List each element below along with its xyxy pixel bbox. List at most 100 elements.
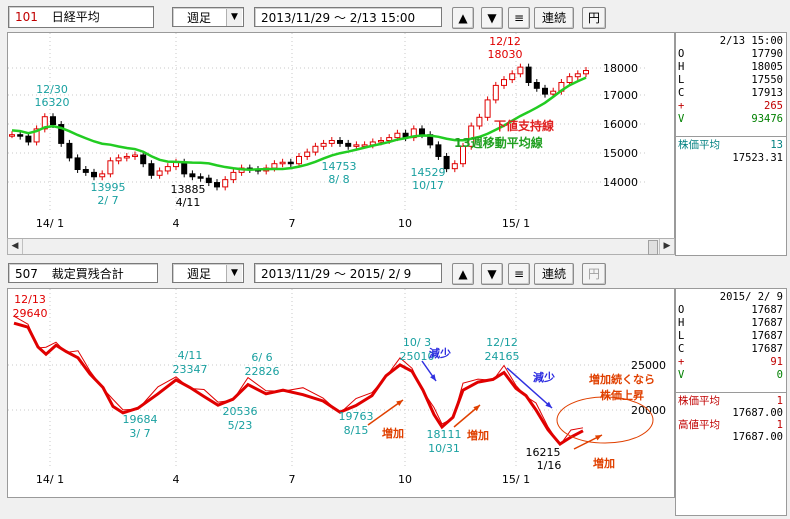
scroll-up-button[interactable]: ▲ <box>452 7 474 29</box>
scroll-thumb[interactable] <box>648 240 658 255</box>
arbitrage-chart-svg: 250002000014/ 1 4 7 10 15/ 112/13296404/1123… <box>8 289 666 486</box>
candle-body <box>66 142 73 159</box>
high-date-label: 12/12 <box>489 35 521 48</box>
period-value: 週足 <box>187 11 212 25</box>
nikkei-panel: 101 日経平均 週足 ▼ 2013/11/29 ～ 2/13 15:00 ▲ … <box>0 0 790 258</box>
high-value-label: 22826 <box>245 365 280 378</box>
candle-body <box>394 132 401 139</box>
menu-button[interactable]: ≡ <box>508 263 530 285</box>
y-tick-label: 16000 <box>603 118 638 131</box>
stock-code-field[interactable]: 101 日経平均 <box>8 6 154 28</box>
low-date-label: 8/ 8 <box>328 173 349 186</box>
info-key: C <box>678 87 685 99</box>
scroll-left-icon[interactable]: ◀ <box>8 239 23 254</box>
info-row-4: +91 <box>678 356 783 368</box>
x-tick-label: 15/ 1 <box>502 473 530 486</box>
scroll-down-button[interactable]: ▼ <box>481 263 503 285</box>
ma-line-label: 13週移動平均線 <box>454 135 543 150</box>
hi-value: 17687.00 <box>732 431 783 443</box>
scroll-right-icon[interactable]: ▶ <box>659 239 674 254</box>
info-key: V <box>678 369 685 381</box>
top-scrollbar[interactable]: ◀ ▶ <box>7 238 675 255</box>
info-key: + <box>678 100 685 112</box>
candle-body <box>509 73 516 81</box>
info-row-0: O 17687 <box>678 304 783 316</box>
ma-label: 株価平均 <box>678 395 720 407</box>
series-code-field[interactable]: 507 裁定買残合計 <box>8 263 158 283</box>
period-select[interactable]: 週足 ▼ <box>172 7 244 27</box>
candle-body <box>189 173 196 178</box>
low-value-label: 19684 <box>123 413 158 426</box>
candle-body <box>337 140 343 144</box>
candle-body <box>222 179 229 188</box>
info-key: O <box>678 48 685 60</box>
divider <box>676 392 786 393</box>
candle-body <box>345 142 352 147</box>
highlight-ellipse <box>556 396 654 444</box>
info-row-4: +265 <box>678 100 783 112</box>
info-value: 18005 <box>751 61 783 73</box>
candle-body <box>91 171 97 178</box>
candle-body <box>197 176 204 179</box>
candle-body <box>574 73 581 78</box>
candle-body <box>542 87 548 95</box>
info-date: 2/13 15:00 <box>719 35 783 47</box>
info-row-2: L 17687 <box>678 330 783 342</box>
date-range[interactable]: 2013/11/29 ～ 2015/ 2/ 9 <box>254 263 442 283</box>
candle-body <box>148 163 155 176</box>
candle-body <box>501 79 507 86</box>
candle-body <box>279 161 286 165</box>
date-range[interactable]: 2013/11/29 ～ 2/13 15:00 <box>254 7 442 27</box>
chevron-down-icon[interactable]: ▼ <box>226 265 242 282</box>
yen-button[interactable]: 円 <box>582 263 606 285</box>
low-value-label: 16215 <box>526 446 561 459</box>
divider <box>676 136 786 137</box>
continuous-button[interactable]: 連続 <box>534 263 574 285</box>
menu-button[interactable]: ≡ <box>508 7 530 29</box>
high-value-label: 18030 <box>488 48 523 61</box>
info-value: 17790 <box>751 48 783 60</box>
info-value: 17687 <box>751 317 783 329</box>
candle-body <box>328 140 335 144</box>
info-row-5: V0 <box>678 369 783 381</box>
chevron-down-icon[interactable]: ▼ <box>226 9 242 26</box>
note-label: 増加続くなら <box>589 372 655 386</box>
info-row-0: O 17790 <box>678 48 783 60</box>
candle-body <box>99 173 106 178</box>
nikkei-chart-svg: 18000 17000 16000 15000 14000 14/ 1 4 7 10 15/ 1 1… <box>8 33 648 230</box>
y-tick-label: 17000 <box>603 89 638 102</box>
continuous-button[interactable]: 連続 <box>534 7 574 29</box>
high-date-label: 10/ 3 <box>403 336 431 349</box>
yen-button[interactable]: 円 <box>582 7 606 29</box>
hi-label: 高値平均 <box>678 419 720 431</box>
candle-body <box>123 155 130 159</box>
low-value-label: 18111 <box>427 428 462 441</box>
candle-body <box>271 163 278 169</box>
info-value: 17687 <box>751 330 783 342</box>
info-key: L <box>678 330 685 342</box>
candle-body <box>484 99 491 118</box>
x-tick-label: 4 <box>173 473 180 486</box>
candle-body <box>82 169 89 173</box>
info-key: L <box>678 74 685 86</box>
low-date-label: 3/ 7 <box>129 427 150 440</box>
info-row-1: H 17687 <box>678 317 783 329</box>
candle-body <box>140 154 147 165</box>
period-value: 週足 <box>187 267 212 281</box>
ma-period: 1 <box>776 395 783 407</box>
low-date-label: 1/16 <box>537 459 562 472</box>
scroll-down-button[interactable]: ▼ <box>481 7 503 29</box>
info-date: 2015/ 2/ 9 <box>719 291 783 303</box>
period-select[interactable]: 週足 ▼ <box>172 263 244 283</box>
increase-label: 増加 <box>382 426 404 440</box>
x-tick-label: 4 <box>173 217 180 230</box>
low-date-label: 10/31 <box>428 442 460 455</box>
scroll-up-button[interactable]: ▲ <box>452 263 474 285</box>
increase-label: 増加 <box>467 428 489 442</box>
info-key: H <box>678 317 685 329</box>
info-value: 93476 <box>751 113 783 125</box>
arbitrage-chart: 25000 20000 14/ 1 4 7 10 15/ 1 12/13 29640 4/11 23… <box>7 288 675 498</box>
info-row-2: L 17550 <box>678 74 783 86</box>
low-value-label: 14529 <box>411 166 446 179</box>
candle-body <box>50 116 56 126</box>
